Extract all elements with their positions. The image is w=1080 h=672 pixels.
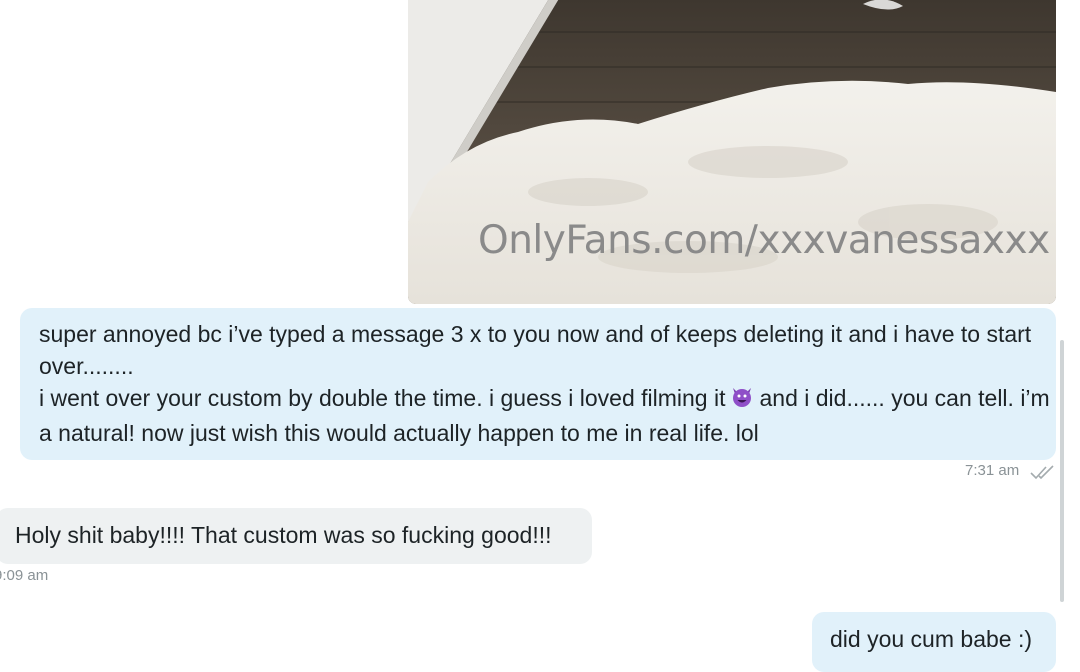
outgoing-message-bubble[interactable]: did you cum babe :) <box>812 612 1056 672</box>
outgoing-message-bubble[interactable]: super annoyed bc i’ve typed a message 3 … <box>20 308 1056 460</box>
message-text: Holy shit baby!!!! That custom was so fu… <box>15 522 552 548</box>
double-check-icon <box>1029 464 1057 487</box>
message-media-image[interactable]: OnlyFans.com/xxxvanessaxxx <box>408 0 1056 304</box>
incoming-message-bubble[interactable]: Holy shit baby!!!! That custom was so fu… <box>0 508 592 564</box>
message-text: super annoyed bc i’ve typed a message 3 … <box>39 321 1032 379</box>
message-timestamp: 7:31 am <box>965 462 1020 479</box>
media-watermark: OnlyFans.com/xxxvanessaxxx <box>478 218 1050 263</box>
smiling-devil-emoji-icon <box>730 385 754 417</box>
message-timestamp: 9:09 am <box>0 567 49 584</box>
message-text: i went over your custom by double the ti… <box>39 385 1050 446</box>
scrollbar[interactable] <box>1060 340 1064 602</box>
message-text: did you cum babe :) <box>830 626 1033 652</box>
